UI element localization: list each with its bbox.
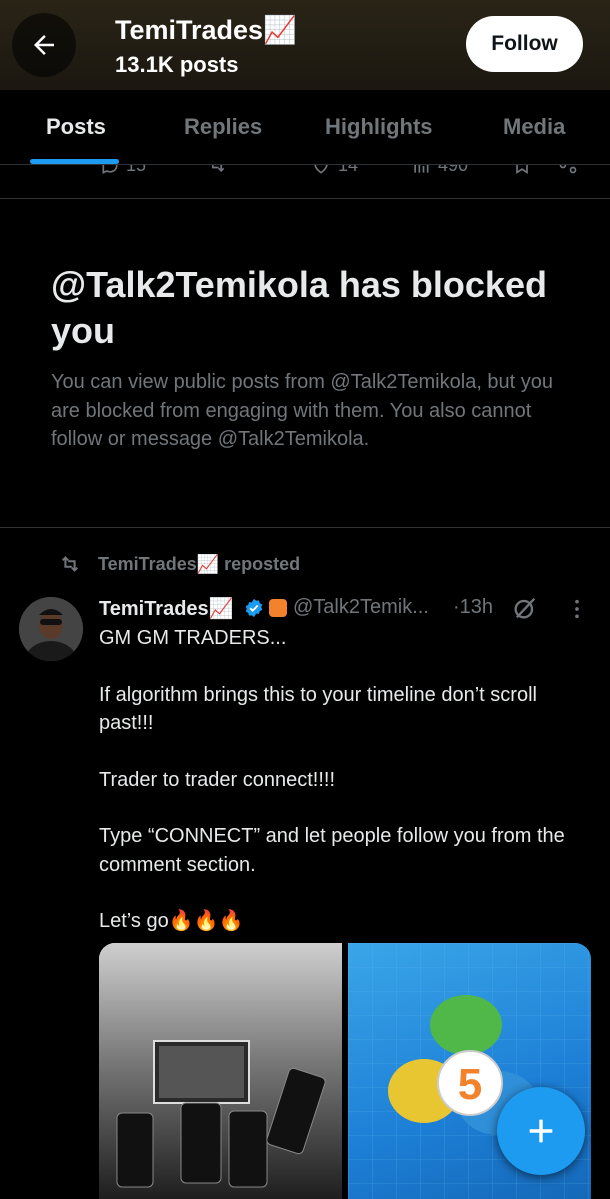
author-name[interactable]: TemiTrades📈 <box>99 596 234 621</box>
post-line: Trader to trader connect!!!! <box>99 768 336 791</box>
blocked-title: @Talk2Temikola has blocked you <box>51 264 547 351</box>
repost-indicator[interactable]: TemiTrades📈 reposted <box>58 553 300 575</box>
post-line: GM GM TRADERS... <box>99 627 287 649</box>
post-text: GM GM TRADERS... If algorithm brings thi… <box>99 624 589 936</box>
like-action[interactable]: 14 <box>310 165 358 176</box>
tab-media[interactable]: Media <box>503 114 565 140</box>
profile-header: TemiTrades📈 13.1K posts Follow <box>0 0 610 90</box>
reply-icon <box>102 165 118 174</box>
more-icon[interactable] <box>569 598 585 620</box>
plus-icon <box>529 1119 553 1143</box>
back-button[interactable] <box>12 13 76 77</box>
post-header: TemiTrades📈 @Talk2Temik... ·13h <box>99 594 599 624</box>
author-handle[interactable]: @Talk2Temik... <box>293 596 429 619</box>
bookmark-icon <box>516 165 528 175</box>
previous-post-actions: 15 14 490 <box>0 165 610 199</box>
avatar-image <box>19 597 83 661</box>
share-icon <box>559 165 577 174</box>
post-line: Let’s go🔥🔥🔥 <box>99 910 244 932</box>
heart-icon <box>314 165 328 174</box>
blocked-description: You can view public posts from @Talk2Tem… <box>51 371 554 450</box>
share-action[interactable] <box>558 165 578 175</box>
profile-tabs: Posts Replies Highlights Media <box>0 90 610 165</box>
post-line: If algorithm brings this to your timelin… <box>99 683 537 735</box>
profile-name: TemiTrades📈 <box>115 15 297 45</box>
tab-replies[interactable]: Replies <box>184 114 262 140</box>
repost-icon <box>61 556 79 572</box>
reply-action[interactable]: 15 <box>100 165 146 176</box>
back-arrow-icon <box>34 35 54 55</box>
tab-posts[interactable]: Posts <box>46 114 106 140</box>
repost-icon <box>212 165 225 173</box>
follow-button[interactable]: Follow <box>466 16 583 72</box>
avatar[interactable] <box>19 597 83 661</box>
reply-count: 15 <box>126 165 147 175</box>
verified-icon <box>245 598 263 618</box>
affiliate-badge-icon <box>269 599 287 617</box>
repost-label: TemiTrades📈 reposted <box>98 553 301 574</box>
divider <box>0 527 610 528</box>
grok-icon[interactable] <box>511 594 539 622</box>
mt5-badge-digit: 5 <box>458 1060 482 1109</box>
posts-count: 13.1K posts <box>115 52 239 77</box>
compose-button[interactable] <box>497 1087 585 1175</box>
active-tab-indicator <box>30 159 119 164</box>
views-icon <box>414 165 429 173</box>
tab-highlights[interactable]: Highlights <box>325 114 433 140</box>
repost-action[interactable] <box>205 165 229 175</box>
bookmark-action[interactable] <box>512 165 532 175</box>
view-count: 490 <box>438 165 469 175</box>
media-image-trading-desk[interactable] <box>99 943 342 1199</box>
post-time[interactable]: ·13h <box>453 596 493 619</box>
post-line: Type “CONNECT” and let people follow you… <box>99 825 565 876</box>
views-action[interactable]: 490 <box>410 165 468 176</box>
like-count: 14 <box>338 165 359 175</box>
